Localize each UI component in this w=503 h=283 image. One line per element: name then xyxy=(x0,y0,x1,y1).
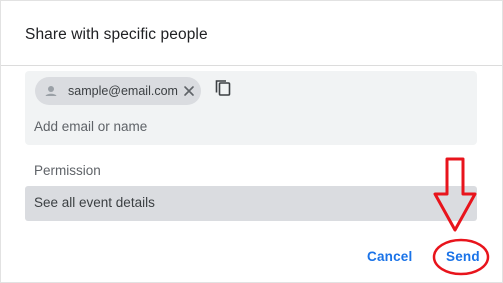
cancel-button[interactable]: Cancel xyxy=(367,249,412,264)
close-icon[interactable] xyxy=(182,84,196,98)
chip-email-label: sample@email.com xyxy=(68,84,178,98)
send-button[interactable]: Send xyxy=(446,249,480,264)
people-box: sample@email.com xyxy=(25,71,477,145)
email-chip: sample@email.com xyxy=(35,77,201,105)
add-email-input[interactable] xyxy=(34,119,454,134)
permission-value: See all event details xyxy=(34,195,155,210)
person-icon xyxy=(41,81,61,101)
copy-icon[interactable] xyxy=(213,78,233,98)
dialog-title: Share with specific people xyxy=(25,26,208,43)
permission-label: Permission xyxy=(34,163,101,178)
title-divider xyxy=(1,65,502,66)
share-dialog: Share with specific people sample@email.… xyxy=(0,0,503,283)
permission-select[interactable]: See all event details xyxy=(25,186,477,221)
